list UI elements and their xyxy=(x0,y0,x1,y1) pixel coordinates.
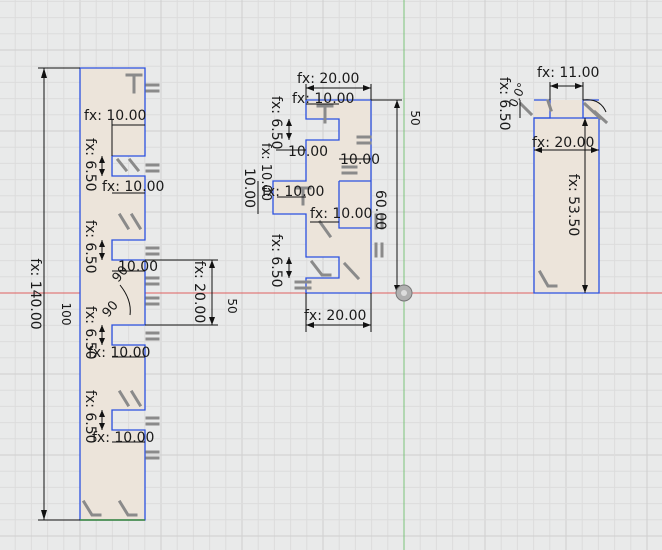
dimension-100-label: 100 xyxy=(59,303,73,326)
dim-650b-label: fx: 6.50 xyxy=(82,220,98,274)
dim-650a-label: fx: 6.50 xyxy=(82,138,98,192)
dimension-20-right[interactable]: fx: 20.00 xyxy=(532,135,599,153)
dim-10ma-label: 10.00 xyxy=(288,144,328,160)
dim-60-label: 60.00 xyxy=(372,190,388,230)
dim-20top-label: fx: 20.00 xyxy=(297,71,359,87)
dim-10a-label: fx: 10.00 xyxy=(84,108,146,124)
dim-50b-label: 50 xyxy=(408,110,422,125)
dim-535-label: fx: 53.50 xyxy=(565,174,581,236)
dim-10left-label: fx: 10.00 xyxy=(262,184,324,200)
right-profile[interactable]: fx: 11.00 fx: 6.50 0.0° fx: 20.00 fx: 53… xyxy=(496,65,609,294)
dim-10e-label: fx: 10.00 xyxy=(92,430,154,446)
dim-20bot-label: fx: 20.00 xyxy=(304,308,366,324)
dimension-140-label: fx: 140.00 xyxy=(27,258,43,329)
dim-11-label: fx: 11.00 xyxy=(537,65,599,81)
dim-10me-label: 10.00 xyxy=(241,168,257,208)
dimension-60[interactable]: 60.00 50 xyxy=(371,99,422,293)
dim-10d-label: fx: 10.00 xyxy=(88,345,150,361)
left-profile[interactable]: fx: 140.00 100 fx: 10.00 fx: 6.50 fx: 10… xyxy=(27,67,239,521)
sketch-canvas[interactable]: fx: 140.00 100 fx: 10.00 fx: 6.50 fx: 10… xyxy=(0,0,662,550)
dim-10md-label: fx: 10.00 xyxy=(310,206,372,222)
dim-10t-label: fx: 10.00 xyxy=(292,91,354,107)
dimension-20-bottom[interactable]: fx: 20.00 xyxy=(304,293,372,332)
dim-650m-label: fx: 6.50 xyxy=(268,234,284,288)
sketch-origin[interactable] xyxy=(395,284,413,302)
dim-50a-label: 50 xyxy=(225,298,239,313)
dim-650t-label: fx: 6.50 xyxy=(268,96,284,150)
dim-10mb-label: 10.00 xyxy=(340,152,380,168)
dimension-140[interactable]: fx: 140.00 100 xyxy=(27,67,80,521)
dim-10b-label: fx: 10.00 xyxy=(102,179,164,195)
dim-20v-label: fx: 20.00 xyxy=(191,261,207,323)
